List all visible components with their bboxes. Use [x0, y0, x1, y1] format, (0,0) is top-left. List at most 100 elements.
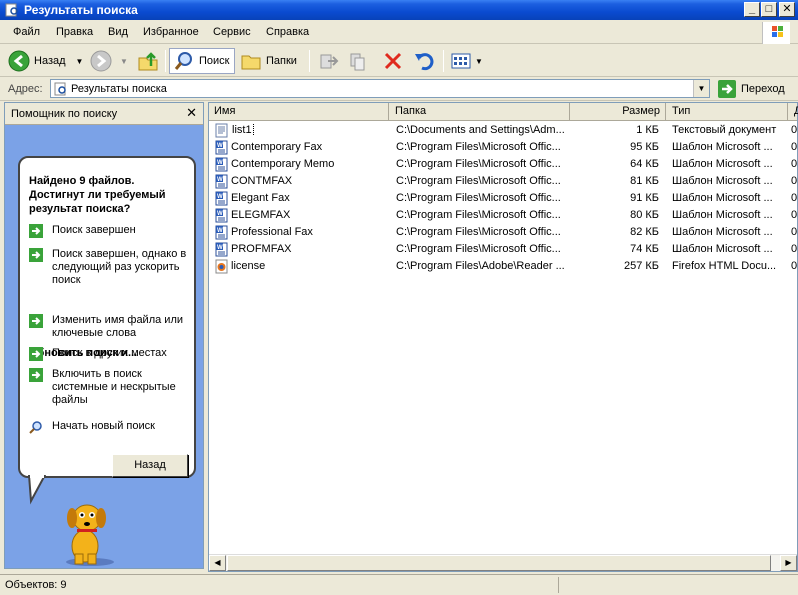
table-row[interactable]: W PROFMFAX C:\Program Files\Microsoft Offi…	[209, 241, 797, 258]
menu-view[interactable]: Вид	[108, 26, 128, 38]
horizontal-scrollbar[interactable]: ◀ ▶	[209, 554, 797, 571]
search-button[interactable]: Поиск	[169, 48, 235, 74]
address-dropdown-icon[interactable]: ▼	[693, 80, 709, 97]
menu-edit[interactable]: Правка	[56, 26, 93, 38]
status-divider	[558, 577, 559, 593]
toolbar: Назад ▼ ▼ Поиск Папки ▼	[0, 45, 798, 77]
file-type: Шаблон Microsoft ...	[672, 175, 773, 187]
svg-text:W: W	[217, 177, 223, 183]
table-row[interactable]: W Professional Fax C:\Program Files\Micros…	[209, 224, 797, 241]
html-file-icon	[215, 259, 228, 274]
file-size: 1 КБ	[636, 124, 659, 136]
undo-button[interactable]	[413, 48, 435, 74]
file-date: 0	[791, 124, 798, 136]
file-type: Шаблон Microsoft ...	[672, 192, 773, 204]
table-row[interactable]: list1 C:\Documents and Settings\Adm... 1 К…	[209, 122, 797, 139]
green-arrow-icon	[29, 347, 43, 361]
table-row[interactable]: W CONTMFAX C:\Program Files\Microsoft Offi…	[209, 173, 797, 190]
green-arrow-icon	[29, 314, 43, 328]
word-template-icon: W	[215, 208, 228, 223]
table-row[interactable]: W Contemporary Memo C:\Program Files\Micro…	[209, 156, 797, 173]
table-row[interactable]: W Elegant Fax C:\Program Files\Microsoft O…	[209, 190, 797, 207]
menu-file[interactable]: Файл	[13, 26, 40, 38]
toolbar-separator	[309, 50, 310, 72]
column-size[interactable]: Размер	[571, 103, 666, 121]
table-row[interactable]: W ELEGMFAX C:\Program Files\Microsoft Offi…	[209, 207, 797, 224]
back-dropdown-icon[interactable]: ▼	[76, 57, 84, 66]
file-folder: C:\Program Files\Microsoft Offic...	[396, 192, 561, 204]
go-arrow-icon	[718, 80, 736, 98]
assistant-back-button[interactable]: Назад	[112, 454, 188, 477]
copy-to-button[interactable]	[348, 48, 370, 74]
file-name: Contemporary Memo	[231, 158, 335, 170]
status-text: Объектов: 9	[5, 579, 67, 591]
forward-dropdown-icon[interactable]: ▼	[120, 57, 128, 66]
window-title: Результаты поиска	[24, 3, 138, 17]
scroll-left-icon[interactable]: ◀	[209, 555, 226, 571]
up-folder-button[interactable]	[137, 48, 159, 74]
close-button[interactable]: ✕	[779, 2, 795, 17]
scroll-thumb[interactable]	[227, 555, 771, 571]
folder-icon	[241, 55, 261, 70]
file-type: Шаблон Microsoft ...	[672, 243, 773, 255]
file-folder: C:\Program Files\Microsoft Offic...	[396, 243, 561, 255]
back-button[interactable]: Назад ▼	[8, 48, 83, 74]
file-date: 0	[791, 158, 798, 170]
svg-text:W: W	[217, 245, 223, 251]
views-dropdown-icon[interactable]: ▼	[475, 57, 483, 66]
address-label: Адрес:	[8, 83, 43, 95]
word-template-icon: W	[215, 191, 228, 206]
close-pane-icon[interactable]: ✕	[186, 105, 197, 121]
file-size: 257 КБ	[623, 260, 659, 272]
file-date: 0	[791, 260, 798, 272]
windows-logo-icon	[762, 22, 790, 44]
minimize-button[interactable]: _	[744, 2, 760, 17]
views-button[interactable]: ▼	[450, 48, 483, 74]
maximize-button[interactable]: □	[761, 2, 777, 17]
word-template-icon: W	[215, 225, 228, 240]
move-to-button[interactable]	[318, 48, 340, 74]
delete-icon	[384, 52, 402, 70]
column-type[interactable]: Тип	[667, 103, 788, 121]
menu-help[interactable]: Справка	[266, 26, 309, 38]
bubble-tail	[27, 475, 47, 505]
file-folder: C:\Program Files\Microsoft Offic...	[396, 209, 561, 221]
search-dog-icon	[66, 504, 114, 566]
table-row[interactable]: W Contemporary Fax C:\Program Files\Micros…	[209, 139, 797, 156]
file-type: Firefox HTML Docu...	[672, 260, 777, 272]
green-arrow-icon	[29, 368, 43, 382]
column-date[interactable]: Д	[789, 103, 798, 121]
copy-to-icon	[350, 53, 365, 71]
column-name[interactable]: Имя	[209, 103, 389, 121]
menu-tools[interactable]: Сервис	[213, 26, 251, 38]
file-name: Contemporary Fax	[231, 141, 323, 153]
delete-button[interactable]	[382, 48, 404, 74]
assistant-header: Помощник по поиску ✕	[5, 103, 203, 125]
column-folder[interactable]: Папка	[390, 103, 570, 121]
folders-button[interactable]: Папки	[240, 48, 297, 74]
go-button[interactable]: Переход	[718, 80, 785, 98]
green-arrow-icon	[29, 224, 43, 238]
address-field[interactable]: Результаты поиска ▼	[50, 79, 710, 98]
scroll-right-icon[interactable]: ▶	[780, 555, 797, 571]
file-size: 81 КБ	[630, 175, 659, 187]
file-name: license	[231, 260, 266, 272]
title-bar[interactable]: Результаты поиска _ □ ✕	[0, 0, 798, 20]
file-name: PROFMFAX	[231, 243, 292, 255]
menu-favorites[interactable]: Избранное	[143, 26, 199, 38]
file-date: 0	[791, 141, 798, 153]
svg-text:W: W	[217, 211, 223, 217]
file-name: ELEGMFAX	[231, 209, 291, 221]
file-date: 0	[791, 209, 798, 221]
forward-button[interactable]: ▼	[90, 48, 128, 74]
file-date: 0	[791, 226, 798, 238]
file-date: 0	[791, 175, 798, 187]
undo-icon	[415, 53, 434, 71]
table-row[interactable]: license C:\Program Files\Adobe\Reader ...…	[209, 258, 797, 275]
file-type: Шаблон Microsoft ...	[672, 209, 773, 221]
file-name: Elegant Fax	[231, 192, 290, 204]
file-type: Шаблон Microsoft ...	[672, 158, 773, 170]
search-results-icon	[54, 82, 66, 96]
file-type: Шаблон Microsoft ...	[672, 226, 773, 238]
search-icon	[29, 421, 42, 434]
